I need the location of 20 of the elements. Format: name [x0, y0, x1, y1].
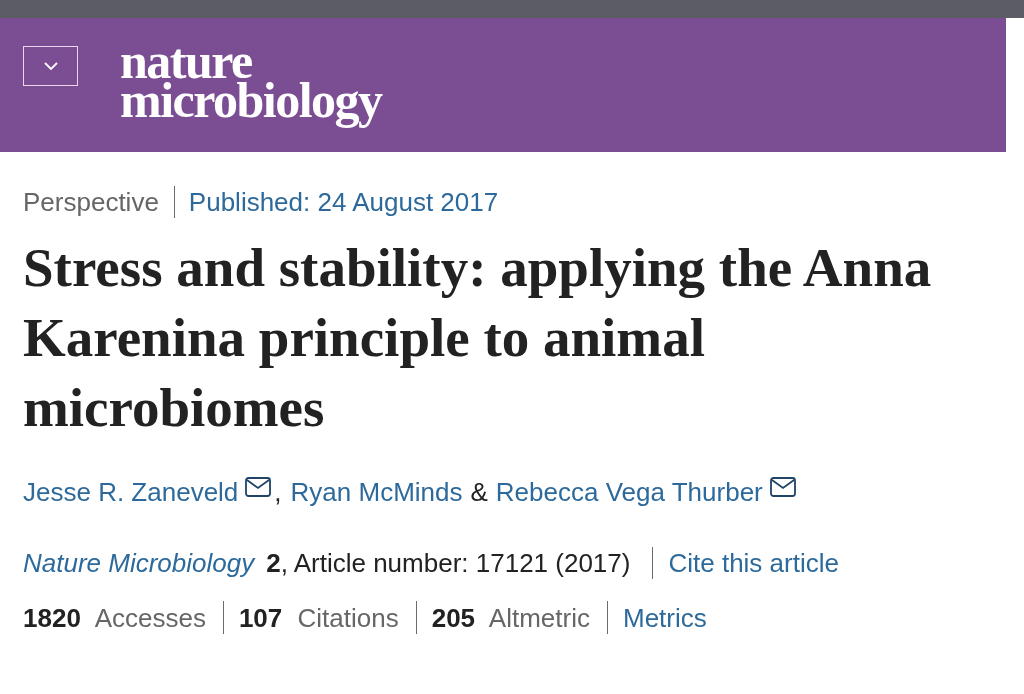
author-separator: ,	[274, 477, 282, 507]
cite-link[interactable]: Cite this article	[668, 547, 839, 579]
menu-toggle-button[interactable]	[23, 46, 78, 86]
citation-details: 2, Article number: 17121 (2017)	[266, 547, 631, 579]
metric-stat: 107 Citations	[238, 601, 399, 634]
publish-date: Published: 24 August 2017	[188, 186, 499, 218]
article-title: Stress and stability: applying the Anna Karenina principle to animal microbiomes	[23, 236, 933, 440]
metrics-link[interactable]: Metrics	[623, 601, 707, 634]
author-link[interactable]: Jesse R. Zaneveld	[23, 477, 239, 507]
chevron-down-icon	[43, 62, 58, 70]
journal-name[interactable]: Nature Microbiology	[23, 547, 255, 579]
mail-icon[interactable]	[245, 477, 272, 497]
journal-logo[interactable]: nature microbiology	[120, 34, 382, 132]
author-separator: &	[470, 477, 488, 507]
author-link[interactable]: Rebecca Vega Thurber	[495, 477, 763, 507]
article-type: Perspective	[23, 186, 159, 218]
mail-icon[interactable]	[769, 477, 796, 497]
metric-stat: 1820 Accesses	[23, 601, 206, 634]
metric-stat: 205 Altmetric	[431, 601, 590, 634]
author-link[interactable]: Ryan McMinds	[290, 477, 463, 507]
